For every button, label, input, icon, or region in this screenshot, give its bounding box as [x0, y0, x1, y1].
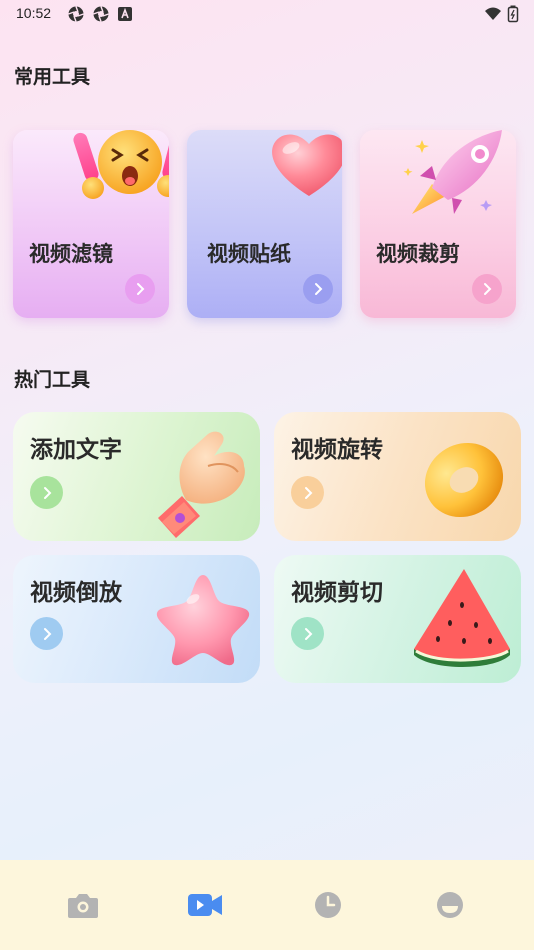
section-title-common-tools: 常用工具 — [14, 66, 91, 88]
tool-card-video-sticker[interactable]: 视频贴纸 — [187, 130, 342, 318]
status-bar: 10:52 — [0, 0, 534, 30]
chevron-right-icon[interactable] — [30, 476, 63, 509]
chevron-right-icon[interactable] — [303, 274, 333, 304]
camera-icon — [67, 891, 99, 923]
watermelon-icon — [406, 565, 514, 675]
profile-icon — [436, 891, 464, 923]
aperture-icon — [67, 5, 85, 23]
tool-card-video-rotate[interactable]: 视频旋转 — [274, 412, 521, 541]
section-title-hot-tools: 热门工具 — [14, 369, 91, 391]
tool-card-video-crop[interactable]: 视频裁剪 — [360, 130, 516, 318]
nav-item-profile[interactable] — [430, 890, 470, 924]
donut-ring-icon — [414, 430, 510, 530]
tool-card-label: 添加文字 — [30, 437, 122, 463]
battery-icon — [507, 5, 525, 23]
chevron-right-icon[interactable] — [30, 617, 63, 650]
bottom-nav-bar — [0, 860, 534, 950]
tool-card-video-cut[interactable]: 视频剪切 — [274, 555, 521, 683]
tool-card-video-filter[interactable]: 视频滤镜 — [13, 130, 169, 318]
star-jelly-icon — [153, 569, 253, 673]
tool-card-label: 视频剪切 — [291, 580, 383, 606]
rocket-icon — [402, 130, 512, 222]
tool-card-label: 视频裁剪 — [376, 242, 460, 266]
a-badge-icon — [117, 6, 135, 24]
heart-icon — [267, 130, 342, 204]
tool-card-label: 视频滤镜 — [29, 242, 113, 266]
chevron-right-icon[interactable] — [125, 274, 155, 304]
tool-card-add-text[interactable]: 添加文字 — [13, 412, 260, 541]
status-time: 10:52 — [16, 5, 52, 21]
wifi-icon — [484, 5, 502, 23]
aperture-icon — [92, 5, 110, 23]
tool-card-video-reverse[interactable]: 视频倒放 — [13, 555, 260, 683]
chevron-right-icon[interactable] — [291, 476, 324, 509]
tool-card-label: 视频旋转 — [291, 437, 383, 463]
video-camera-icon — [187, 892, 223, 922]
nav-item-camera[interactable] — [63, 890, 103, 924]
nav-item-history[interactable] — [308, 890, 348, 924]
cheering-emoji-icon — [73, 130, 169, 210]
chevron-right-icon[interactable] — [291, 617, 324, 650]
chevron-right-icon[interactable] — [472, 274, 502, 304]
nav-item-video[interactable] — [185, 890, 225, 924]
tool-card-label: 视频倒放 — [30, 580, 122, 606]
hand-gesture-icon — [148, 426, 258, 541]
tool-card-label: 视频贴纸 — [207, 242, 291, 266]
clock-icon — [314, 891, 342, 923]
